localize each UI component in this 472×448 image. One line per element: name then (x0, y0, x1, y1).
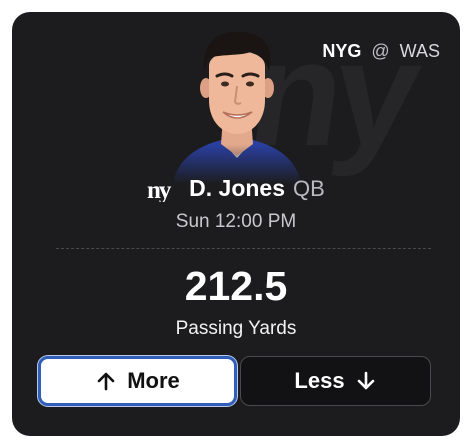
svg-text:ny: ny (147, 177, 172, 202)
arrow-down-icon (357, 371, 374, 390)
stat-type-label: Passing Yards (175, 318, 297, 339)
more-button[interactable]: More (38, 356, 237, 406)
divider (56, 248, 431, 249)
away-team: WAS (399, 41, 440, 61)
projection-value: 212.5 (184, 263, 288, 309)
matchup: NYG @ WAS (322, 41, 440, 62)
game-time: Sun 12:00 PM (175, 211, 297, 232)
arrow-up-icon (97, 372, 115, 391)
less-button[interactable]: Less (240, 356, 431, 406)
home-team: NYG (322, 41, 362, 61)
projection-card: ny NYG @ WAS ny D. Jones QB Sun 12:00 PM… (12, 12, 460, 436)
player-headshot (169, 26, 305, 184)
matchup-separator: @ (371, 41, 390, 61)
more-button-label: More (127, 368, 180, 393)
less-button-label: Less (294, 368, 345, 393)
player-position: QB (293, 175, 325, 201)
player-info: ny D. Jones QB (12, 175, 460, 202)
giants-ny-logo-icon: ny (147, 177, 174, 202)
player-name: D. Jones (189, 175, 286, 201)
